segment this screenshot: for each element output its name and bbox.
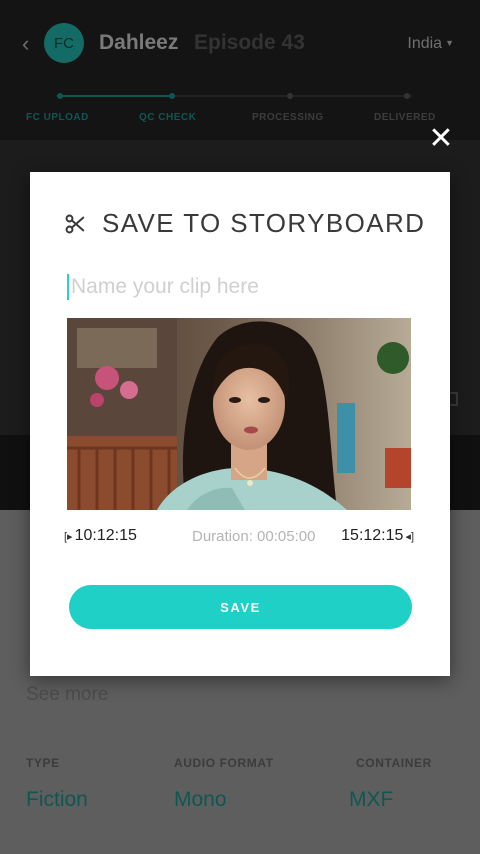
clip-start-time[interactable]: [▸ 10:12:15 [64,527,137,545]
clip-preview-image[interactable] [67,318,411,510]
close-icon[interactable]: ✕ [426,124,456,154]
scissors-icon [65,214,85,233]
trim-start-icon: [▸ [64,530,73,543]
end-time-value: 15:12:15 [341,527,404,544]
clip-end-time[interactable]: 15:12:15 ◂] [341,527,414,545]
clip-duration: Duration: 00:05:00 [192,528,316,545]
trim-end-icon: ◂] [405,530,414,543]
dialog-header: SAVE TO STORYBOARD [64,208,425,239]
text-cursor [67,274,69,300]
clip-timecodes: [▸ 10:12:15 Duration: 00:05:00 15:12:15 … [64,527,414,547]
save-button[interactable]: SAVE [69,585,412,629]
dialog-title: SAVE TO STORYBOARD [102,208,426,238]
save-to-storyboard-dialog: SAVE TO STORYBOARD Name your clip here [… [30,172,450,676]
clip-name-input[interactable] [67,270,413,304]
start-time-value: 10:12:15 [74,527,137,544]
clip-preview-illustration [67,318,411,510]
